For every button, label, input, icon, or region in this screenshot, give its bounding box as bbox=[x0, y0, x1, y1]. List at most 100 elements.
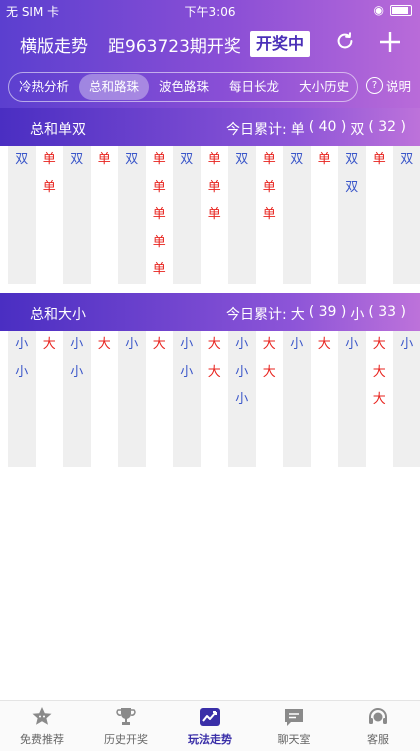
road-cell: 大 bbox=[42, 337, 56, 352]
bottom-tab-star-face[interactable]: 免费推荐 bbox=[0, 701, 84, 751]
help-label: 说明 bbox=[386, 79, 412, 94]
road-cell: 双 bbox=[345, 152, 359, 167]
odd-label: 单 bbox=[290, 122, 305, 138]
road-column: 单单单 bbox=[256, 146, 284, 284]
tab-1[interactable]: 总和路珠 bbox=[79, 74, 150, 100]
tab-3[interactable]: 每日长龙 bbox=[219, 74, 289, 100]
road-cell: 小 bbox=[15, 364, 29, 380]
road-cell: 双 bbox=[400, 152, 414, 167]
road-column: 单 bbox=[366, 146, 394, 284]
road-cell: 大 bbox=[372, 364, 386, 380]
road-cell: 小 bbox=[70, 364, 84, 380]
bottom-tab-trophy[interactable]: 历史开奖 bbox=[84, 701, 168, 751]
road-cell: 大 bbox=[262, 364, 276, 380]
road-cell: 小 bbox=[180, 364, 194, 380]
help-button[interactable]: ? 说明 bbox=[366, 76, 411, 95]
road-column: 小 bbox=[393, 331, 420, 467]
road-column: 大 bbox=[91, 331, 119, 467]
refresh-icon[interactable] bbox=[334, 30, 356, 52]
road-column: 单 bbox=[91, 146, 119, 284]
road-column: 双 bbox=[393, 146, 420, 284]
road-cell: 单 bbox=[207, 207, 221, 222]
road-cell: 单 bbox=[152, 234, 166, 250]
road-cell: 单 bbox=[152, 207, 166, 222]
odd-even-road-grid: 双单单双单双单单单单单双单单单双单单单双单双双单双 bbox=[8, 146, 420, 284]
road-cell: 大 bbox=[372, 337, 386, 352]
odd-even-title: 总和单双 bbox=[30, 122, 86, 138]
nav-title[interactable]: 横版走势 bbox=[20, 32, 88, 57]
even-label: 双 bbox=[350, 122, 365, 138]
road-column: 双 bbox=[118, 146, 146, 284]
road-cell: 单 bbox=[152, 152, 166, 167]
road-cell: 单 bbox=[42, 152, 56, 167]
orientation-lock-icon: ◉ bbox=[373, 3, 384, 17]
big-label: 大 bbox=[290, 307, 305, 323]
road-cell: 单 bbox=[152, 179, 166, 195]
road-cell: 单 bbox=[262, 152, 276, 167]
road-column: 大大 bbox=[201, 331, 229, 467]
road-cell: 大 bbox=[372, 392, 386, 407]
road-column: 小 bbox=[118, 331, 146, 467]
road-cell: 单 bbox=[372, 152, 386, 167]
status-bar: 无 SIM 卡 下午3:06 ◉ bbox=[0, 0, 420, 20]
road-column: 双 bbox=[173, 146, 201, 284]
question-icon: ? bbox=[366, 77, 383, 94]
tab-2[interactable]: 波色路珠 bbox=[149, 74, 219, 100]
trend-chart-icon bbox=[200, 708, 220, 726]
road-cell: 小 bbox=[400, 337, 414, 352]
summary-prefix: 今日累计: bbox=[226, 122, 287, 138]
road-cell: 双 bbox=[125, 152, 139, 167]
road-cell: 大 bbox=[262, 337, 276, 352]
road-cell: 双 bbox=[180, 152, 194, 167]
road-cell: 小 bbox=[235, 392, 249, 407]
road-cell: 单 bbox=[262, 179, 276, 195]
road-column: 小小 bbox=[8, 331, 36, 467]
star-face-icon bbox=[32, 707, 52, 725]
road-column: 大 bbox=[146, 331, 174, 467]
road-column: 大大大 bbox=[366, 331, 394, 467]
tab-bar: 冷热分析 总和路珠 波色路珠 每日长龙 大小历史 bbox=[8, 72, 358, 102]
road-column: 双 bbox=[63, 146, 91, 284]
road-cell: 小 bbox=[70, 337, 84, 352]
header-area: 无 SIM 卡 下午3:06 ◉ 横版走势 距963723期开奖 开奖中 冷热分… bbox=[0, 0, 420, 108]
trophy-icon bbox=[116, 708, 136, 725]
road-column: 单单单单单 bbox=[146, 146, 174, 284]
big-count: ( 39 ) bbox=[308, 304, 347, 320]
road-cell: 小 bbox=[235, 364, 249, 380]
even-count: ( 32 ) bbox=[368, 119, 406, 135]
road-cell: 双 bbox=[290, 152, 304, 167]
road-cell: 单 bbox=[207, 152, 221, 167]
road-column: 单单 bbox=[36, 146, 64, 284]
road-column: 单单单 bbox=[201, 146, 229, 284]
bottom-tab-label: 客服 bbox=[367, 733, 389, 746]
road-cell: 小 bbox=[180, 337, 194, 352]
tab-4[interactable]: 大小历史 bbox=[289, 74, 359, 100]
bottom-tab-headset[interactable]: 客服 bbox=[336, 701, 420, 751]
road-cell: 双 bbox=[345, 179, 359, 195]
big-small-road-grid: 小小大小小大小大小小大大小小小大大小大小大大大小 bbox=[8, 331, 420, 467]
road-cell: 单 bbox=[317, 152, 331, 167]
add-icon[interactable] bbox=[378, 30, 402, 54]
road-column: 大 bbox=[36, 331, 64, 467]
road-cell: 双 bbox=[70, 152, 84, 167]
road-column: 双 bbox=[8, 146, 36, 284]
small-label: 小 bbox=[350, 307, 365, 323]
bottom-tab-label: 聊天室 bbox=[277, 733, 311, 746]
bottom-tab-trend-chart[interactable]: 玩法走势 bbox=[168, 701, 252, 751]
bottom-tab-label: 免费推荐 bbox=[20, 733, 64, 746]
odd-even-header: 总和单双 今日累计: 单 ( 40 ) 双 ( 32 ) bbox=[0, 108, 420, 146]
road-cell: 单 bbox=[152, 262, 166, 277]
bottom-tab-bar: 免费推荐 历史开奖 玩法走势 聊天室 客服 bbox=[0, 700, 420, 751]
road-cell: 双 bbox=[235, 152, 249, 167]
road-column: 小 bbox=[283, 331, 311, 467]
bottom-tab-chat[interactable]: 聊天室 bbox=[252, 701, 336, 751]
road-column: 小小 bbox=[63, 331, 91, 467]
road-column: 大大 bbox=[256, 331, 284, 467]
road-cell: 单 bbox=[42, 179, 56, 195]
tab-0[interactable]: 冷热分析 bbox=[9, 74, 79, 100]
small-count: ( 33 ) bbox=[368, 304, 406, 320]
battery-icon bbox=[390, 4, 412, 16]
road-cell: 小 bbox=[345, 337, 359, 352]
big-small-header: 总和大小 今日累计: 大 ( 39 ) 小 ( 33 ) bbox=[0, 293, 420, 331]
road-column: 小小 bbox=[173, 331, 201, 467]
